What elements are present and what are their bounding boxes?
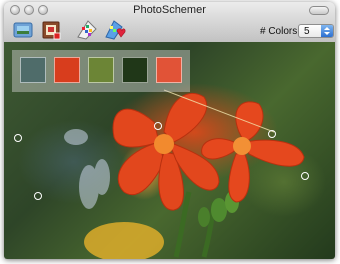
swatch-4[interactable] [122, 57, 148, 83]
toolbar-toggle-button[interactable] [309, 6, 329, 15]
sample-point-marker[interactable] [268, 130, 276, 138]
swatch-1[interactable] [20, 57, 46, 83]
heart-palette-icon[interactable] [104, 19, 126, 41]
app-window: PhotoSchemer # Colors: 5 [4, 2, 335, 259]
swatch-3[interactable] [88, 57, 114, 83]
folder-photo-icon[interactable] [12, 19, 34, 41]
swatch-5[interactable] [156, 57, 182, 83]
sample-point-marker[interactable] [301, 172, 309, 180]
swatch-2[interactable] [54, 57, 80, 83]
palette-grid-icon[interactable] [76, 19, 98, 41]
sample-point-marker[interactable] [14, 134, 22, 142]
photo-canvas[interactable] [4, 42, 335, 259]
sample-point-marker[interactable] [34, 192, 42, 200]
colors-label: # Colors: [260, 26, 301, 37]
sample-point-marker[interactable] [154, 122, 162, 130]
window-title: PhotoSchemer [133, 4, 206, 16]
color-palette [12, 50, 190, 92]
image-frame-icon[interactable] [40, 19, 62, 41]
stepper-arrows-icon[interactable] [321, 25, 333, 37]
colors-count-select[interactable]: 5 [298, 24, 334, 38]
colors-count-value: 5 [304, 26, 310, 37]
